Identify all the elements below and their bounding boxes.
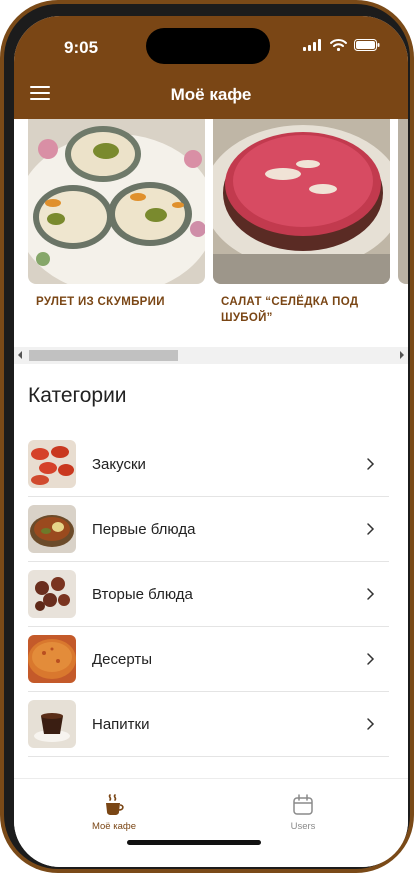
nav-tab-my-cafe[interactable]: Моё кафе [54,793,174,832]
category-item-first-courses[interactable]: Первые блюда [28,497,389,562]
category-label: Первые блюда [92,521,196,538]
category-label: Вторые блюда [92,586,193,603]
nav-tab-users[interactable]: Users [243,793,363,832]
phone-screen: 9:05 Моё кафе РУЛЕТ ИЗ СКУМБРИИ САЛАТ “С… [14,16,408,867]
carousel-card[interactable]: РУЛЕТ ИЗ СКУМБРИИ [28,119,205,310]
category-item-appetizers[interactable]: Закуски [28,432,389,497]
carousel-card-partial[interactable] [398,119,408,284]
horizontal-scrollbar[interactable] [14,347,408,364]
scrollbar-thumb[interactable] [29,350,178,361]
carousel-card[interactable]: САЛАТ “СЕЛЁДКА ПОД ШУБОЙ” [213,119,390,326]
category-label: Закуски [92,456,146,473]
nav-label: Моё кафе [92,821,136,832]
dish-image [398,119,408,284]
category-label: Напитки [92,716,150,733]
app-bar: 9:05 Моё кафе [14,16,408,119]
status-time: 9:05 [64,38,99,57]
card-title: РУЛЕТ ИЗ СКУМБРИИ [36,296,165,308]
chevron-right-icon [367,588,375,600]
category-thumbnail [28,700,76,748]
categories-heading: Категории [28,384,127,407]
scroll-right-arrow-icon[interactable] [400,351,404,359]
nav-label: Users [290,821,316,832]
featured-carousel[interactable]: РУЛЕТ ИЗ СКУМБРИИ САЛАТ “СЕЛЁДКА ПОД ШУБ… [14,119,408,347]
dynamic-island [146,28,270,64]
calendar-icon [293,794,313,815]
category-item-main-courses[interactable]: Вторые блюда [28,562,389,627]
categories-list: Закуски Первые блюда Вторые блюда Десерт… [28,432,389,757]
category-thumbnail [28,570,76,618]
signal-icon [303,39,321,51]
bottom-navigation: Моё кафе Users [14,778,408,867]
home-indicator [127,840,261,845]
status-icons [303,39,380,51]
category-label: Десерты [92,651,153,668]
category-thumbnail [28,505,76,553]
category-thumbnail [28,440,76,488]
battery-icon [354,39,380,51]
chevron-right-icon [367,458,375,470]
dish-image [213,119,390,284]
category-thumbnail [28,635,76,683]
category-item-drinks[interactable]: Напитки [28,692,389,757]
phone-frame: 9:05 Моё кафе РУЛЕТ ИЗ СКУМБРИИ САЛАТ “С… [0,0,414,873]
coffee-cup-icon [106,794,124,815]
page-title: Моё кафе [170,85,252,104]
chevron-right-icon [367,653,375,665]
chevron-right-icon [367,718,375,730]
wifi-icon [330,39,347,51]
dish-image [28,119,205,284]
category-item-desserts[interactable]: Десерты [28,627,389,692]
card-title: САЛАТ “СЕЛЁДКА ПОД ШУБОЙ” [221,296,359,324]
scroll-left-arrow-icon[interactable] [18,351,22,359]
chevron-right-icon [367,523,375,535]
phone-bezel: 9:05 Моё кафе РУЛЕТ ИЗ СКУМБРИИ САЛАТ “С… [4,4,410,869]
